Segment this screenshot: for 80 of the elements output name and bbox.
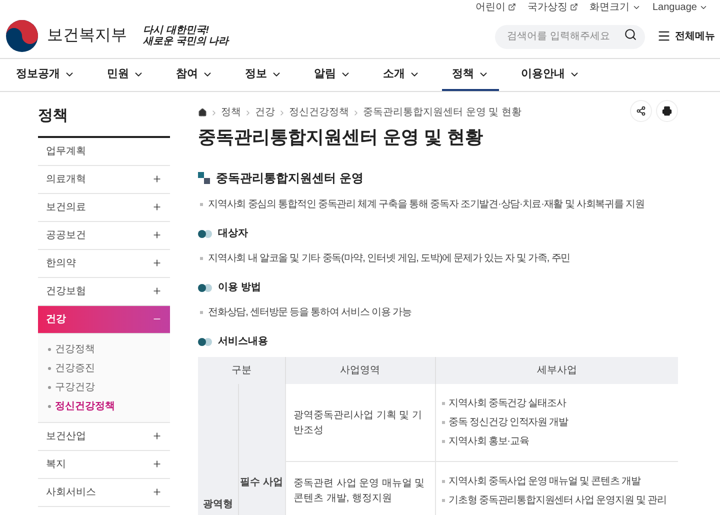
- detail-text: 기초형 중독관리통합지원센터 사업 운영지원 및 관리: [448, 494, 666, 508]
- column-header: 구분: [198, 357, 286, 384]
- breadcrumb-link[interactable]: 건강: [255, 105, 275, 120]
- sidebar-subitem[interactable]: 구강건강: [38, 378, 170, 396]
- external-link-icon: [570, 3, 578, 11]
- bullet-text: 지역사회 내 알코올 및 기타 중독(마약, 인터넷 게임, 도박)에 문제가 있는 자 및 가족, 주민: [208, 252, 570, 266]
- sidebar-item[interactable]: 사회서비스: [38, 478, 170, 506]
- bullet-text: 지역사회 중심의 통합적인 중독관리 체계 구축을 통해 중독자 조기발견·상담·치료·재활 및 사회복귀를 지원: [208, 198, 644, 212]
- toggle-dots-icon: [198, 284, 212, 292]
- utility-link[interactable]: Language: [652, 0, 708, 14]
- sidebar-item[interactable]: 한의약: [38, 250, 170, 278]
- utility-link[interactable]: 어린이: [476, 0, 516, 14]
- nav-tab[interactable]: 민원: [97, 59, 154, 91]
- table-cell: 필수 사업: [238, 384, 286, 515]
- table-cell: 광역중독관리사업 기획 및 기반조성: [285, 384, 436, 462]
- utility-link[interactable]: 화면크기: [590, 0, 640, 14]
- ministry-name: 보건복지부: [47, 26, 127, 46]
- sidebar-item[interactable]: 건강: [38, 306, 170, 334]
- expand-icon: [152, 487, 162, 497]
- menu-icon: [657, 29, 671, 43]
- search-field[interactable]: 검색어를 입력해주세요: [495, 24, 645, 49]
- breadcrumb-link[interactable]: 정책: [221, 105, 241, 120]
- nav-tab[interactable]: 정보: [235, 59, 292, 91]
- expand-icon: [152, 174, 162, 184]
- all-menu-button[interactable]: 전체메뉴: [657, 28, 715, 44]
- chevron-right-icon: [244, 108, 252, 116]
- nav-tab[interactable]: 소개: [373, 59, 430, 91]
- column-header: 세부사업: [435, 357, 678, 384]
- sidebar-item[interactable]: 복지: [38, 450, 170, 478]
- section-heading: 중독관리통합지원센터 운영: [216, 170, 364, 187]
- chevron-right-icon: [210, 108, 218, 116]
- detail-text: 지역사회 중독건강 실태조사: [448, 397, 566, 411]
- breadcrumb-link[interactable]: 중독관리통합지원센터 운영 및 현황: [363, 105, 522, 120]
- sidebar-item[interactable]: 보건산업: [38, 422, 170, 450]
- detail-text: 지역사회 홍보·교육: [448, 435, 529, 449]
- table-cell: 중독관련 사업 운영 매뉴얼 및 콘텐츠 개발, 행정지원: [285, 462, 436, 515]
- detail-text: 중독 정신건강 인적자원 개발: [448, 416, 568, 430]
- sidebar-item[interactable]: 보건의료: [38, 194, 170, 222]
- expand-icon: [152, 286, 162, 296]
- section-heading: 대상자: [218, 227, 248, 241]
- nav-tab[interactable]: 참여: [166, 59, 223, 91]
- search-icon[interactable]: [624, 28, 637, 42]
- share-icon: [636, 106, 646, 116]
- squares-icon: [198, 172, 210, 184]
- section-heading: 서비스내용: [218, 335, 268, 349]
- sidebar-title: 정책: [38, 100, 170, 138]
- nav-tab[interactable]: 알림: [304, 59, 361, 91]
- expand-icon: [152, 459, 162, 469]
- sidebar-subitem[interactable]: 정신건강정책: [38, 396, 170, 416]
- column-header: 사업영역: [285, 357, 436, 384]
- sidebar-subitem[interactable]: 건강증진: [38, 358, 170, 378]
- print-button[interactable]: [656, 100, 678, 122]
- utility-link[interactable]: 국가상징: [528, 0, 578, 14]
- share-button[interactable]: [630, 100, 652, 122]
- home-icon[interactable]: [198, 108, 207, 117]
- slogan-text: 다시 대한민국! 새로운 국민의 나라: [143, 25, 229, 47]
- toggle-dots-icon: [198, 230, 212, 238]
- breadcrumb-link[interactable]: 정신건강정책: [289, 105, 349, 120]
- bullet-text: 전화상담, 센터방문 등을 통하여 서비스 이용 가능: [208, 306, 412, 320]
- sidebar-item[interactable]: 의료개혁: [38, 166, 170, 194]
- emblem-logo-icon: [5, 19, 39, 53]
- chevron-right-icon: [278, 108, 286, 116]
- sidebar-item[interactable]: 업무계획: [38, 138, 170, 166]
- printer-icon: [662, 106, 672, 116]
- page-title: 중독관리통합지원센터 운영 및 현황: [198, 126, 484, 149]
- sidebar-item[interactable]: 공공보건: [38, 222, 170, 250]
- expand-icon: [152, 431, 162, 441]
- nav-tab[interactable]: 이용안내: [511, 59, 590, 91]
- chevron-right-icon: [352, 108, 360, 116]
- toggle-dots-icon: [198, 338, 212, 346]
- expand-icon: [152, 258, 162, 268]
- nav-tab[interactable]: 정책: [442, 59, 499, 91]
- table-cell: 광역형: [198, 384, 238, 515]
- section-heading: 이용 방법: [218, 281, 261, 295]
- sidebar-subitem[interactable]: 건강정책: [38, 340, 170, 358]
- detail-text: 지역사회 중독사업 운영 매뉴얼 및 콘텐츠 개발: [448, 475, 640, 489]
- external-link-icon: [508, 3, 516, 11]
- nav-tab[interactable]: 정보공개: [6, 59, 85, 91]
- expand-icon: [152, 230, 162, 240]
- expand-icon: [152, 202, 162, 212]
